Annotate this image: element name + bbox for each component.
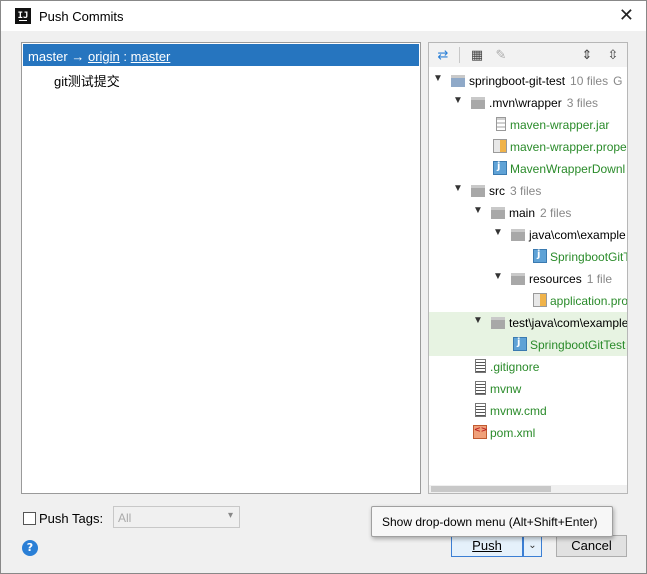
text-file-icon xyxy=(475,403,486,417)
branch-separator: : xyxy=(123,49,128,64)
push-tags-label[interactable]: Push Tags: xyxy=(39,511,103,526)
collapse-all-icon[interactable]: ⇳ xyxy=(605,47,621,63)
chevron-down-icon[interactable]: ▼ xyxy=(433,73,443,84)
push-arrow-icon: → xyxy=(71,49,85,64)
chevron-down-icon[interactable]: ▼ xyxy=(493,271,503,282)
text-file-icon xyxy=(475,359,486,373)
tree-node-root[interactable]: ▼ springboot-git-test 10 files G xyxy=(429,70,627,92)
push-button-label: Push xyxy=(472,538,502,553)
tree-node-file[interactable]: SpringbootGitT xyxy=(429,246,627,268)
changed-files-panel: ⇄ ▦ ✎ ⇕ ⇳ ▼ springboot-git-test 10 files G… xyxy=(428,42,628,494)
intellij-app-icon: IJ xyxy=(15,8,31,24)
file-count: 10 files xyxy=(570,74,609,88)
window-title: Push Commits xyxy=(39,9,124,24)
folder-icon xyxy=(511,229,525,241)
remote-link[interactable]: origin xyxy=(88,49,120,64)
title-bar: IJ Push Commits ✕ xyxy=(1,1,646,31)
push-tags-checkbox[interactable] xyxy=(23,512,36,525)
jar-file-icon xyxy=(496,117,506,131)
horizontal-scrollbar[interactable] xyxy=(429,485,627,493)
tree-node-file[interactable]: MavenWrapperDownl xyxy=(429,158,627,180)
file-count: 3 files xyxy=(566,96,599,110)
local-branch: master xyxy=(28,49,68,64)
files-toolbar: ⇄ ▦ ✎ ⇕ ⇳ xyxy=(429,43,627,67)
cancel-button[interactable]: Cancel xyxy=(556,535,627,557)
branch-push-row[interactable]: master → origin : master xyxy=(23,44,419,66)
tree-node-resources[interactable]: ▼ resources 1 file xyxy=(429,268,627,290)
xml-file-icon xyxy=(473,425,487,439)
root-suffix: G xyxy=(613,74,623,88)
tree-node-file[interactable]: mvnw xyxy=(429,378,627,400)
file-name: MavenWrapperDownl xyxy=(510,162,626,176)
folder-icon xyxy=(471,185,485,197)
tree-node-label: .mvn\wrapper xyxy=(489,96,562,110)
folder-icon xyxy=(491,317,505,329)
push-dropdown-button[interactable]: ⌄ xyxy=(523,535,542,557)
chevron-down-icon: ▾ xyxy=(227,510,233,521)
expand-all-icon[interactable]: ⇕ xyxy=(579,47,595,63)
tree-node-label: resources xyxy=(529,272,582,286)
tags-select-value: All xyxy=(118,511,132,525)
file-name: mvnw.cmd xyxy=(490,404,547,418)
file-count: 1 file xyxy=(586,272,613,286)
tree-node-file[interactable]: SpringbootGitTest xyxy=(429,334,627,356)
tree-node-label: main xyxy=(509,206,536,220)
properties-file-icon xyxy=(493,139,507,153)
scrollbar-thumb[interactable] xyxy=(431,486,551,492)
file-name: SpringbootGitTest xyxy=(530,338,626,352)
file-name: application.pro xyxy=(550,294,628,308)
text-file-icon xyxy=(475,381,486,395)
tree-node-file[interactable]: mvnw.cmd xyxy=(429,400,627,422)
help-icon[interactable]: ? xyxy=(22,540,38,556)
tree-node-file[interactable]: application.pro xyxy=(429,290,627,312)
edit-icon[interactable]: ✎ xyxy=(493,47,509,63)
toolbar-separator xyxy=(459,47,460,63)
folder-icon xyxy=(491,207,505,219)
tree-node-label: src xyxy=(489,184,505,198)
dropdown-tooltip: Show drop-down menu (Alt+Shift+Enter) xyxy=(371,506,613,537)
tree-node-label: java\com\example xyxy=(529,228,626,242)
group-by-icon[interactable]: ▦ xyxy=(469,47,485,63)
commit-message[interactable]: git测试提交 xyxy=(54,71,120,90)
java-file-icon xyxy=(513,337,527,351)
chevron-down-icon[interactable]: ▼ xyxy=(473,205,483,216)
tree-node-test-java[interactable]: ▼ test\java\com\example xyxy=(429,312,627,334)
chevron-down-icon[interactable]: ▼ xyxy=(493,227,503,238)
push-button[interactable]: Push xyxy=(451,535,523,557)
expand-diff-icon[interactable]: ⇄ xyxy=(435,47,451,63)
chevron-down-icon[interactable]: ▼ xyxy=(453,95,463,106)
chevron-down-icon[interactable]: ▼ xyxy=(453,183,463,194)
tree-node-file[interactable]: .gitignore xyxy=(429,356,627,378)
properties-file-icon xyxy=(533,293,547,307)
file-name: maven-wrapper.prope xyxy=(510,140,627,154)
folder-icon xyxy=(471,97,485,109)
push-commits-dialog: IJ Push Commits ✕ master → origin : mast… xyxy=(0,0,647,574)
file-name: pom.xml xyxy=(490,426,536,440)
commits-panel: master → origin : master git测试提交 xyxy=(21,42,421,494)
tags-select[interactable]: All ▾ xyxy=(113,506,240,528)
close-icon[interactable]: ✕ xyxy=(619,5,634,26)
file-name: SpringbootGitT xyxy=(550,250,628,264)
tree-node-main[interactable]: ▼ main 2 files xyxy=(429,202,627,224)
tree-node-src[interactable]: ▼ src 3 files xyxy=(429,180,627,202)
tree-node-label: test\java\com\example xyxy=(509,316,628,330)
file-name: .gitignore xyxy=(490,360,540,374)
java-file-icon xyxy=(493,161,507,175)
remote-branch-link[interactable]: master xyxy=(131,49,171,64)
file-count: 3 files xyxy=(510,184,542,198)
file-count: 2 files xyxy=(540,206,572,220)
tree-node-file[interactable]: pom.xml xyxy=(429,422,627,444)
tree-node-java-main[interactable]: ▼ java\com\example xyxy=(429,224,627,246)
file-name: mvnw xyxy=(490,382,522,396)
folder-icon xyxy=(511,273,525,285)
tree-node-mvn-wrapper[interactable]: ▼ .mvn\wrapper 3 files xyxy=(429,92,627,114)
tree-node-label: springboot-git-test xyxy=(469,74,566,88)
file-name: maven-wrapper.jar xyxy=(510,118,610,132)
tree-node-file[interactable]: maven-wrapper.jar xyxy=(429,114,627,136)
tree-node-file[interactable]: maven-wrapper.prope xyxy=(429,136,627,158)
java-file-icon xyxy=(533,249,547,263)
module-folder-icon xyxy=(451,75,465,87)
chevron-down-icon[interactable]: ▼ xyxy=(473,315,483,326)
